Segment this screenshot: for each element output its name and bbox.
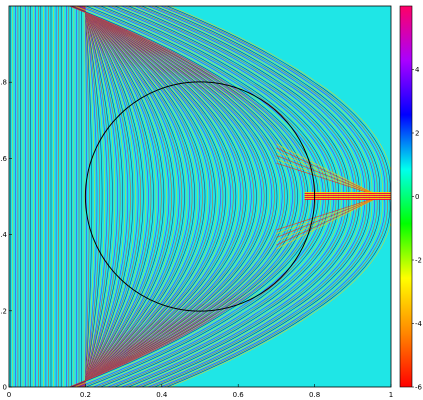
y-tick-label: 0.4 <box>0 231 8 239</box>
colorbar-tick-label: -2 <box>415 257 422 265</box>
x-tick-label: 0.4 <box>156 391 168 399</box>
x-tick-label: 0 <box>7 391 11 399</box>
y-tick-label: 0.2 <box>0 307 7 315</box>
colorbar-tick-label: -4 <box>415 320 423 328</box>
colorbar-tick-label: 0 <box>415 193 419 201</box>
colorbar: 4 2 0 -2 -4 -6 <box>399 5 423 392</box>
colorbar-tick-label: -6 <box>415 384 423 392</box>
plot-figure: 0 0.2 0.4 0.6 0.8 1 0 0.2 0.4 0.6 0.8 4 2 0 -2 -4 -6 <box>0 5 423 399</box>
x-tick-label: 0.8 <box>309 391 320 399</box>
plot-area <box>9 6 391 387</box>
colorbar-scale <box>399 5 413 388</box>
colorbar-ticks: 4 2 0 -2 -4 -6 <box>412 66 423 392</box>
y-tick-label: 0.8 <box>0 79 7 87</box>
x-tick-label: 1 <box>389 391 393 399</box>
x-tick-label: 0.2 <box>80 391 91 399</box>
colorbar-tick-label: 2 <box>415 130 419 138</box>
y-tick-label: 0 <box>3 384 7 392</box>
colorbar-tick-label: 4 <box>415 66 420 74</box>
y-tick-label: 0.6 <box>0 155 8 163</box>
x-tick-label: 0.6 <box>233 391 245 399</box>
